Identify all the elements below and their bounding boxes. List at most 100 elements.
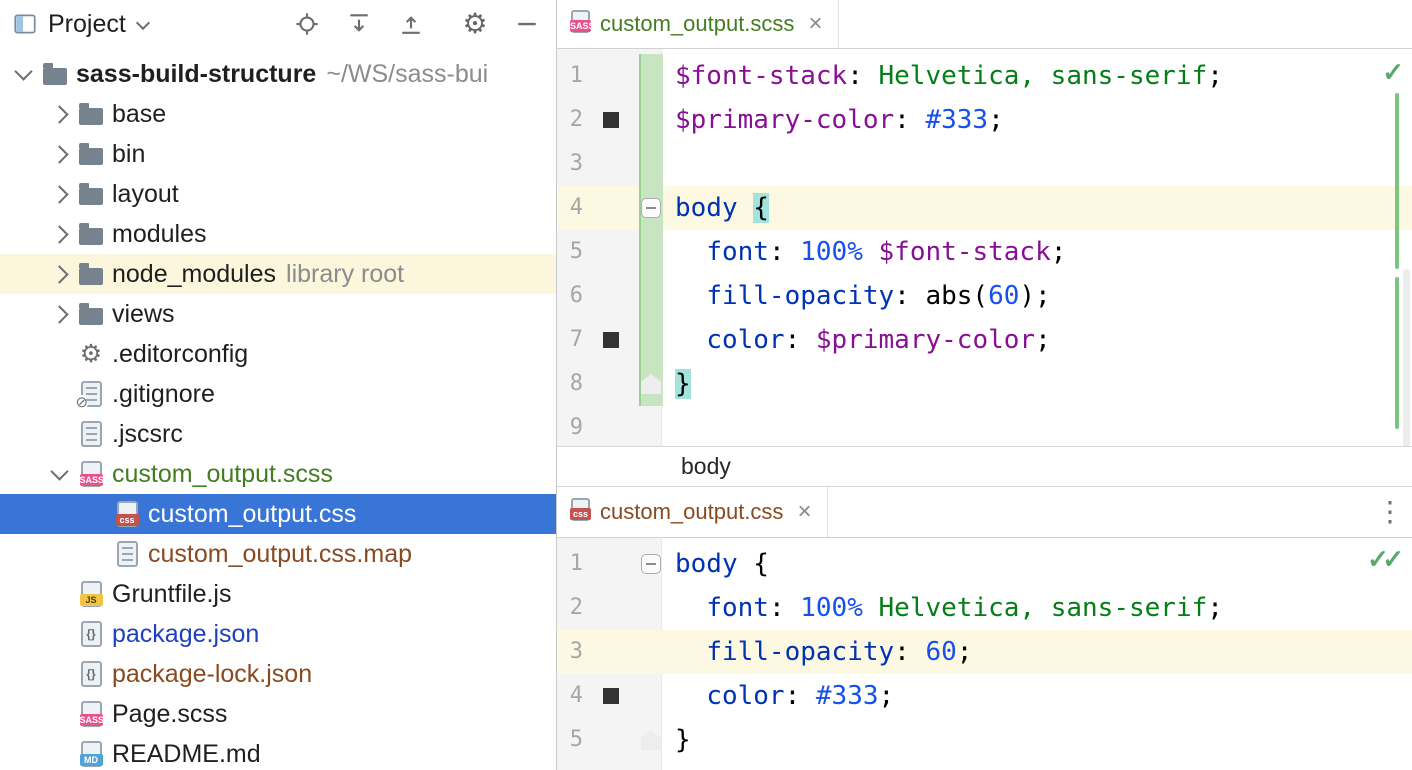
code-text[interactable]: $primary-color: #333;	[661, 98, 1412, 142]
inspections-ok-icon[interactable]: ✓	[1382, 57, 1404, 88]
settings-gear-icon[interactable]: ⚙	[458, 7, 492, 41]
fold-marker-start[interactable]	[641, 554, 661, 574]
code-line-9[interactable]: 9	[557, 406, 1412, 446]
project-tool-window-icon[interactable]	[12, 11, 38, 37]
color-preview-icon[interactable]	[603, 688, 619, 704]
tree-item-sass-build-structure[interactable]: sass-build-structure~/WS/sass-bui	[0, 54, 556, 94]
tree-item--jscsrc[interactable]: .jscsrc	[0, 414, 556, 454]
color-preview-icon[interactable]	[603, 332, 619, 348]
chevron-down-icon[interactable]	[136, 15, 150, 29]
file-name: README.md	[112, 740, 261, 769]
change-marker-bar[interactable]	[1395, 277, 1399, 429]
tree-item-base[interactable]: base	[0, 94, 556, 134]
chevron-right-icon[interactable]	[50, 305, 68, 323]
code-text[interactable]: font: 100% Helvetica, sans-serif;	[661, 586, 1412, 630]
code-line-1[interactable]: 1$font-stack: Helvetica, sans-serif;	[557, 54, 1412, 98]
code-line-4[interactable]: 4body {	[557, 186, 1412, 230]
code-line-5[interactable]: 5 font: 100% $font-stack;	[557, 230, 1412, 274]
code-text[interactable]: font: 100% $font-stack;	[661, 230, 1412, 274]
code-text[interactable]: }	[661, 362, 1412, 406]
folder-icon	[79, 228, 103, 245]
file-name: Gruntfile.js	[112, 580, 231, 609]
fold-marker-end[interactable]	[641, 730, 661, 750]
select-opened-file-button[interactable]	[290, 7, 324, 41]
file-name: custom_output.css.map	[148, 540, 412, 569]
chevron-down-icon[interactable]	[14, 62, 32, 80]
tree-item-page-scss[interactable]: SASSPage.scss	[0, 694, 556, 734]
editor-scss[interactable]: 1$font-stack: Helvetica, sans-serif;2 $pr…	[557, 49, 1412, 446]
code-line-1[interactable]: 1 body {	[557, 542, 1412, 586]
color-preview-icon[interactable]	[603, 112, 619, 128]
tree-item-package-json[interactable]: {}package.json	[0, 614, 556, 654]
tree-item-layout[interactable]: layout	[0, 174, 556, 214]
tree-item--gitignore[interactable]: ⊘.gitignore	[0, 374, 556, 414]
file-name-suffix: library root	[286, 260, 404, 289]
code-text[interactable]: color: $primary-color;	[661, 318, 1412, 362]
analysis-ok-double-check-icon[interactable]: ✓ ✓	[1367, 544, 1404, 575]
code-text[interactable]: body {	[661, 186, 1412, 230]
tree-item-package-lock-json[interactable]: {}package-lock.json	[0, 654, 556, 694]
hide-panel-button[interactable]	[510, 7, 544, 41]
file-name: layout	[112, 180, 179, 209]
tree-item-views[interactable]: views	[0, 294, 556, 334]
file-name: package.json	[112, 620, 259, 649]
chevron-right-icon[interactable]	[50, 145, 68, 163]
chevron-right-icon[interactable]	[50, 105, 68, 123]
collapse-all-button[interactable]	[394, 7, 428, 41]
code-line-3[interactable]: 3 fill-opacity: 60;	[557, 630, 1412, 674]
code-text[interactable]: }	[661, 718, 1412, 762]
tree-item--editorconfig[interactable]: ⚙.editorconfig	[0, 334, 556, 374]
code-line-3[interactable]: 3	[557, 142, 1412, 186]
tab-options-kebab-icon[interactable]: ⋮	[1368, 498, 1412, 526]
code-token: #333	[925, 105, 988, 135]
chevron-right-icon[interactable]	[50, 225, 68, 243]
code-token: }	[675, 725, 691, 755]
code-line-5[interactable]: 5}	[557, 718, 1412, 762]
tree-item-custom-output-css-map[interactable]: custom_output.css.map	[0, 534, 556, 574]
line-number: 4	[557, 674, 583, 718]
code-text[interactable]: $font-stack: Helvetica, sans-serif;	[661, 54, 1412, 98]
breadcrumb-item-body[interactable]: body	[681, 453, 731, 480]
chevron-right-icon[interactable]	[50, 265, 68, 283]
tree-item-custom-output-scss[interactable]: SASScustom_output.scss	[0, 454, 556, 494]
code-token: font	[706, 593, 769, 623]
code-token: fill-opacity	[706, 281, 894, 311]
editor-css[interactable]: 1 body {2 font: 100% Helvetica, sans-seri…	[557, 538, 1412, 770]
code-token: :	[894, 281, 925, 311]
code-text[interactable]: color: #333;	[661, 674, 1412, 718]
code-text[interactable]: fill-opacity: 60;	[661, 630, 1412, 674]
vcs-change-strip[interactable]	[639, 54, 663, 406]
chevron-down-icon[interactable]	[50, 462, 68, 480]
line-number: 2	[557, 98, 583, 142]
scrollbar-thumb[interactable]	[1403, 269, 1410, 446]
chevron-right-icon[interactable]	[50, 185, 68, 203]
code-line-7[interactable]: 7 color: $primary-color;	[557, 318, 1412, 362]
panel-title[interactable]: Project	[48, 10, 126, 39]
file-name: .gitignore	[112, 380, 215, 409]
code-text[interactable]: body {	[661, 542, 1412, 586]
change-marker-bar[interactable]	[1395, 93, 1399, 269]
tab-custom-output-scss[interactable]: SASS custom_output.scss ×	[557, 0, 839, 48]
expand-all-button[interactable]	[342, 7, 376, 41]
close-icon[interactable]: ×	[808, 12, 822, 36]
code-text[interactable]: fill-opacity: abs(60);	[661, 274, 1412, 318]
code-line-2[interactable]: 2 $primary-color: #333;	[557, 98, 1412, 142]
code-line-8[interactable]: 8}	[557, 362, 1412, 406]
line-number: 1	[557, 542, 583, 586]
file-name: bin	[112, 140, 145, 169]
tab-custom-output-css[interactable]: css custom_output.css ×	[557, 487, 828, 537]
tree-item-custom-output-css[interactable]: csscustom_output.css	[0, 494, 556, 534]
close-icon[interactable]: ×	[797, 500, 811, 524]
code-line-4[interactable]: 4 color: #333;	[557, 674, 1412, 718]
fold-marker-start[interactable]	[641, 198, 661, 218]
code-line-2[interactable]: 2 font: 100% Helvetica, sans-serif;	[557, 586, 1412, 630]
code-token: 100%	[800, 237, 863, 267]
tree-item-node-modules[interactable]: node_moduleslibrary root	[0, 254, 556, 294]
tree-item-modules[interactable]: modules	[0, 214, 556, 254]
code-line-6[interactable]: 6 fill-opacity: abs(60);	[557, 274, 1412, 318]
tree-item-gruntfile-js[interactable]: JSGruntfile.js	[0, 574, 556, 614]
code-token: Helvetica, sans-serif	[879, 61, 1208, 91]
tree-item-readme-md[interactable]: MDREADME.md	[0, 734, 556, 770]
file-name: sass-build-structure	[76, 60, 316, 89]
tree-item-bin[interactable]: bin	[0, 134, 556, 174]
